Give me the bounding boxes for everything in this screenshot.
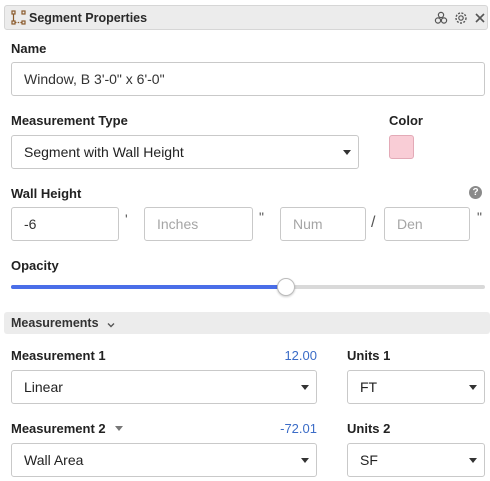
measurement-2-label: Measurement 2 <box>11 421 106 436</box>
inches-input[interactable]: Inches <box>144 207 253 241</box>
measurement-1-select[interactable]: Linear <box>11 370 317 404</box>
measurement-type-select[interactable]: Segment with Wall Height <box>11 135 359 169</box>
segment-icon <box>11 10 26 25</box>
caret-down-icon[interactable] <box>115 426 123 431</box>
chevron-down-icon <box>343 150 351 155</box>
layers-icon[interactable] <box>433 10 448 25</box>
numerator-input[interactable]: Num <box>280 207 366 241</box>
chevron-down-icon <box>469 385 477 390</box>
chevron-down-icon <box>469 458 477 463</box>
close-icon[interactable] <box>472 10 487 25</box>
measurement-type-value: Segment with Wall Height <box>24 144 184 160</box>
units-2-select[interactable]: SF <box>347 443 485 477</box>
units-1-select[interactable]: FT <box>347 370 485 404</box>
opacity-slider-fill <box>11 285 286 289</box>
denominator-mark: " <box>477 209 482 225</box>
panel-header: Segment Properties <box>4 5 488 30</box>
measurement-1-type: Linear <box>24 379 63 395</box>
chevron-down-icon <box>106 317 116 333</box>
measurement-1-label: Measurement 1 <box>11 348 106 363</box>
wall-height-label: Wall Height <box>11 186 82 201</box>
opacity-label: Opacity <box>11 258 59 273</box>
gear-icon[interactable] <box>453 10 468 25</box>
feet-mark: ' <box>125 211 128 227</box>
panel-title: Segment Properties <box>29 11 148 25</box>
measurement-2-type: Wall Area <box>24 452 84 468</box>
feet-input[interactable]: -6 <box>11 207 119 241</box>
units-1-value: FT <box>360 379 378 395</box>
name-label: Name <box>11 41 47 56</box>
measurements-section-title: Measurements <box>11 316 99 330</box>
denominator-input[interactable]: Den <box>384 207 470 241</box>
opacity-slider-track[interactable] <box>11 285 485 289</box>
units-2-value: SF <box>360 452 378 468</box>
opacity-slider-thumb[interactable] <box>276 278 295 296</box>
units-2-label: Units 2 <box>347 421 391 436</box>
fraction-slash: / <box>371 214 376 231</box>
units-1-label: Units 1 <box>347 348 391 363</box>
color-swatch[interactable] <box>389 135 414 159</box>
measurement-2-select[interactable]: Wall Area <box>11 443 317 477</box>
inches-mark: " <box>259 209 264 225</box>
chevron-down-icon <box>301 385 309 390</box>
name-input[interactable]: Window, B 3'-0" x 6'-0" <box>11 62 485 96</box>
measurements-section-header[interactable]: Measurements <box>4 312 490 334</box>
chevron-down-icon <box>301 458 309 463</box>
measurement-type-label: Measurement Type <box>11 113 128 128</box>
help-icon[interactable]: ? <box>469 186 482 199</box>
measurement-1-value: 12.00 <box>284 348 317 363</box>
color-label: Color <box>389 113 423 128</box>
measurement-2-value: -72.01 <box>280 421 317 436</box>
